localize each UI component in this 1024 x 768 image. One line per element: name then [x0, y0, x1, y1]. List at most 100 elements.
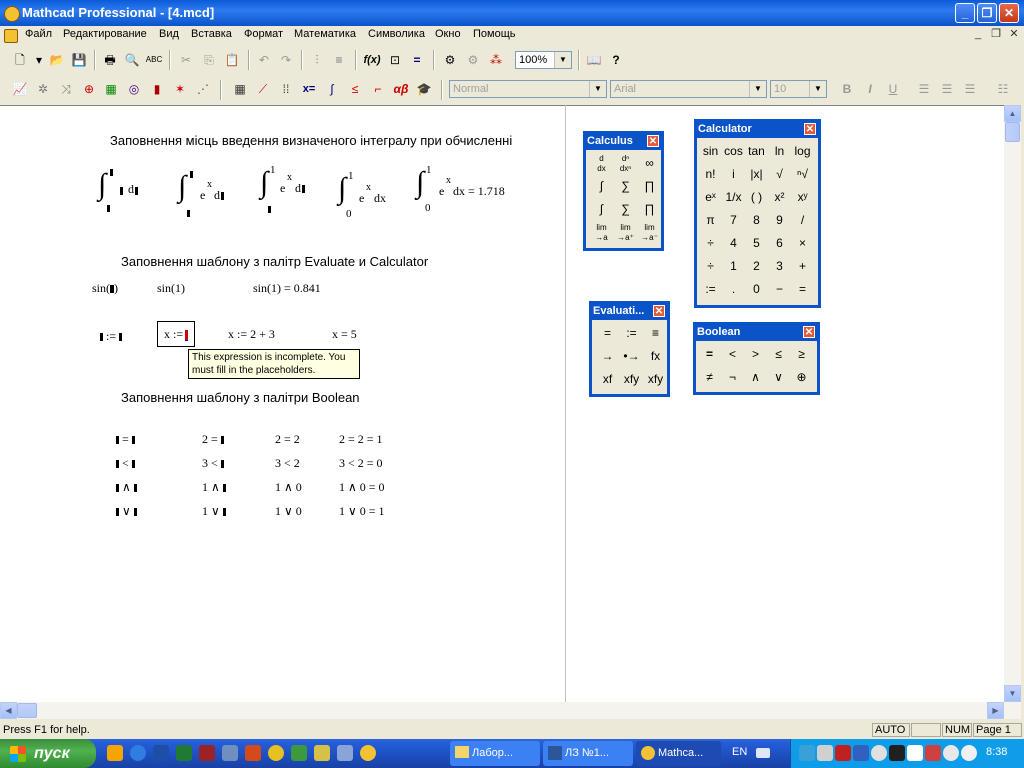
- align-down-icon[interactable]: ≡: [329, 50, 349, 70]
- menu-file[interactable]: Файл: [25, 28, 52, 40]
- left-limit-button[interactable]: lim →a⁻: [638, 221, 661, 244]
- tray-icon[interactable]: [835, 745, 851, 761]
- calc-button[interactable]: π: [699, 209, 722, 232]
- boolean-palette-titlebar[interactable]: Boolean ✕: [696, 325, 817, 341]
- help-icon[interactable]: ?: [606, 50, 626, 70]
- app-icon[interactable]: [291, 745, 307, 761]
- calc-button[interactable]: eˣ: [699, 186, 722, 209]
- mdi-minimize-button[interactable]: _: [970, 28, 986, 42]
- graph-surface-icon[interactable]: ▦: [101, 79, 121, 99]
- open-folder-icon[interactable]: 📂: [47, 50, 67, 70]
- less-than-button[interactable]: <: [721, 343, 744, 366]
- language-indicator[interactable]: EN: [732, 746, 747, 758]
- global-definition-button[interactable]: ≡: [644, 322, 667, 345]
- symbolic-eval-button[interactable]: →: [596, 345, 619, 368]
- close-icon[interactable]: ✕: [803, 326, 815, 338]
- document-icon[interactable]: [4, 29, 18, 43]
- calc-button[interactable]: ÷: [699, 255, 722, 278]
- calc-button[interactable]: ( ): [745, 186, 768, 209]
- tray-icon[interactable]: [799, 745, 815, 761]
- x-define-expr[interactable]: x := 2 + 3: [228, 327, 275, 342]
- not-equal-button[interactable]: ≠: [698, 366, 721, 389]
- evaluation-palette-titlebar[interactable]: Evaluati... ✕: [592, 304, 667, 320]
- not-button[interactable]: ¬: [721, 366, 744, 389]
- bool-row-0-expr[interactable]: 2 = 2: [275, 432, 300, 447]
- graph-scatter-icon[interactable]: ✶: [170, 79, 190, 99]
- bool-row-3-partial[interactable]: 1 ∨: [202, 504, 226, 519]
- access-icon[interactable]: [199, 745, 215, 761]
- bool-row-2-expr[interactable]: 1 ∧ 0: [275, 480, 302, 495]
- graph-contour-icon[interactable]: ◎: [124, 79, 144, 99]
- new-dropdown-icon[interactable]: ▾: [34, 50, 44, 70]
- graph-xy-icon[interactable]: 📈: [10, 79, 30, 99]
- cut-icon[interactable]: ✂: [176, 50, 196, 70]
- font-select[interactable]: Arial ▼: [610, 80, 767, 98]
- xor-button[interactable]: ⊕: [790, 366, 813, 389]
- calculus-palette-titlebar[interactable]: Calculus ✕: [586, 134, 661, 150]
- bool-row-1-result[interactable]: 3 < 2 = 0: [339, 456, 383, 471]
- calc-button[interactable]: ÷: [699, 232, 722, 255]
- infinity-button[interactable]: ∞: [638, 152, 661, 175]
- calc-button[interactable]: 5: [745, 232, 768, 255]
- integral-template-empty[interactable]: ∫ d: [98, 168, 148, 218]
- bool-row-2-placeholder[interactable]: ∧: [116, 480, 137, 495]
- font-size-select[interactable]: 10 ▼: [770, 80, 827, 98]
- nth-derivative-button[interactable]: dⁿ dxⁿ: [614, 152, 637, 175]
- task-button-mathcad[interactable]: Mathca...: [636, 741, 721, 766]
- calc-button[interactable]: ln: [768, 140, 791, 163]
- word-icon[interactable]: [153, 745, 169, 761]
- tray-icon[interactable]: [817, 745, 833, 761]
- task-button-word[interactable]: ЛЗ №1...: [543, 741, 633, 766]
- programming-toolbar-icon[interactable]: ⌐: [368, 79, 388, 99]
- menu-math[interactable]: Математика: [294, 28, 356, 40]
- calc-button[interactable]: /: [791, 209, 814, 232]
- calc-button[interactable]: n!: [699, 163, 722, 186]
- tray-icon[interactable]: [907, 745, 923, 761]
- assign-placeholder-expr[interactable]: :=: [100, 329, 123, 344]
- sin-placeholder-expr[interactable]: sin(): [92, 281, 118, 296]
- calc-button[interactable]: |x|: [745, 163, 768, 186]
- calc-button[interactable]: ⁿ√: [791, 163, 814, 186]
- insert-component-icon[interactable]: ⚙: [440, 50, 460, 70]
- mdi-close-button[interactable]: ✕: [1006, 28, 1022, 42]
- calculator-palette-titlebar[interactable]: Calculator ✕: [697, 122, 818, 138]
- bool-row-0-partial[interactable]: 2 =: [202, 432, 224, 447]
- close-icon[interactable]: ✕: [804, 123, 816, 135]
- close-icon[interactable]: ✕: [647, 135, 659, 147]
- keyword-eval-button[interactable]: •→: [620, 345, 643, 368]
- greater-than-button[interactable]: >: [744, 343, 767, 366]
- active-region-x-assign[interactable]: x :=: [157, 321, 195, 347]
- calc-button[interactable]: 8: [745, 209, 768, 232]
- new-document-icon[interactable]: 🗋: [10, 50, 30, 70]
- folder-icon[interactable]: [314, 745, 330, 761]
- calc-button[interactable]: 1: [722, 255, 745, 278]
- bold-button[interactable]: B: [837, 79, 857, 99]
- menu-symbolics[interactable]: Символика: [368, 28, 425, 40]
- task-button-folder[interactable]: Лабор...: [450, 741, 540, 766]
- right-limit-button[interactable]: lim →a⁺: [614, 221, 637, 244]
- graph-vector-icon[interactable]: ⤨: [56, 79, 76, 99]
- show-desktop-icon[interactable]: [107, 745, 123, 761]
- paste-icon[interactable]: 📋: [222, 50, 242, 70]
- mathcad-app-icon[interactable]: [4, 6, 20, 22]
- tray-icon[interactable]: [943, 745, 959, 761]
- zoom-select[interactable]: 100% ▼: [515, 51, 572, 69]
- range-product-button[interactable]: ∏: [638, 198, 661, 221]
- mathcad-launch-icon[interactable]: [360, 745, 376, 761]
- calc-button[interactable]: i: [722, 163, 745, 186]
- definition-button[interactable]: :=: [620, 322, 643, 345]
- graph-target-icon[interactable]: ⊕: [79, 79, 99, 99]
- calc-button[interactable]: +: [791, 255, 814, 278]
- bool-equal-button[interactable]: =: [698, 343, 721, 366]
- insert-unit-icon[interactable]: ⊡: [385, 50, 405, 70]
- start-button[interactable]: пуск: [0, 739, 96, 768]
- bool-row-1-expr[interactable]: 3 < 2: [275, 456, 300, 471]
- and-button[interactable]: ∧: [744, 366, 767, 389]
- calc-button[interactable]: .: [722, 278, 745, 301]
- bool-row-0-result[interactable]: 2 = 2 = 1: [339, 432, 383, 447]
- internet-explorer-icon[interactable]: [130, 745, 146, 761]
- greater-equal-button[interactable]: ≥: [790, 343, 813, 366]
- menu-view[interactable]: Вид: [159, 28, 179, 40]
- matrix-toolbar-icon[interactable]: ⁞⁞: [276, 79, 296, 99]
- evaluate-equal-button[interactable]: =: [596, 322, 619, 345]
